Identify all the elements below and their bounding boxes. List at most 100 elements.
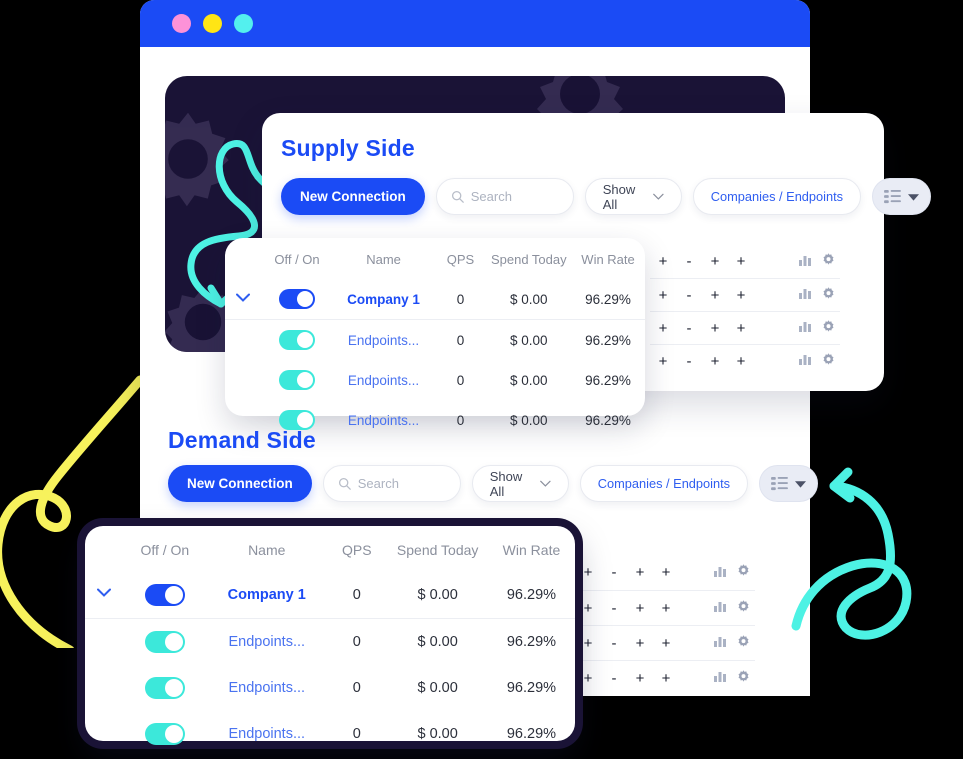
- demand-action-sign-2[interactable]: +: [627, 635, 653, 652]
- chart-bar-icon[interactable]: [713, 564, 727, 578]
- chart-bar-icon[interactable]: [798, 319, 812, 333]
- yellow-dot[interactable]: [203, 14, 222, 33]
- chart-bar-icon[interactable]: [713, 599, 727, 613]
- demand-grid-view-button[interactable]: [759, 465, 819, 502]
- supply-search-input[interactable]: Search: [435, 178, 574, 215]
- demand-action-sign-0[interactable]: +: [575, 670, 601, 687]
- demand-new-connection-button[interactable]: New Connection: [168, 465, 312, 502]
- supply-show-all-dropdown[interactable]: Show All: [584, 178, 682, 215]
- on-off-toggle[interactable]: [144, 584, 185, 606]
- row-name-link[interactable]: Company 1: [228, 587, 306, 603]
- cyan-dot[interactable]: [234, 14, 253, 33]
- pink-dot[interactable]: [172, 14, 191, 33]
- supply-settings-button[interactable]: [816, 286, 840, 305]
- chart-bar-icon[interactable]: [713, 669, 727, 683]
- chart-bar-icon[interactable]: [798, 253, 812, 267]
- row-name-link[interactable]: Endpoints...: [348, 413, 419, 428]
- demand-action-sign-2[interactable]: +: [627, 564, 653, 581]
- supply-action-sign-0[interactable]: +: [650, 353, 676, 370]
- demand-action-sign-3[interactable]: +: [653, 670, 679, 687]
- supply-settings-button[interactable]: [816, 319, 840, 338]
- demand-action-sign-0[interactable]: +: [575, 635, 601, 652]
- demand-action-sign-2[interactable]: +: [627, 670, 653, 687]
- demand-stats-button[interactable]: [709, 634, 731, 652]
- supply-action-sign-1[interactable]: -: [676, 287, 702, 304]
- gear-icon[interactable]: [821, 286, 836, 301]
- table-row[interactable]: Endpoints... 0 $ 0.00 96.29%: [225, 319, 645, 361]
- table-row[interactable]: Endpoints... 0 $ 0.00 96.29%: [85, 711, 575, 757]
- demand-search-input[interactable]: Search: [322, 465, 461, 502]
- row-name-link[interactable]: Endpoints...: [228, 634, 305, 650]
- on-off-toggle[interactable]: [144, 723, 185, 745]
- row-name-link[interactable]: Endpoints...: [348, 373, 419, 388]
- supply-action-sign-2[interactable]: +: [702, 253, 728, 270]
- table-row[interactable]: Endpoints... 0 $ 0.00 96.29%: [225, 360, 645, 400]
- chart-bar-icon[interactable]: [713, 634, 727, 648]
- on-off-toggle[interactable]: [279, 289, 315, 309]
- gear-icon[interactable]: [821, 352, 836, 367]
- table-row[interactable]: Company 1 0 $ 0.00 96.29%: [225, 279, 645, 320]
- on-off-toggle[interactable]: [279, 370, 315, 390]
- supply-action-sign-1[interactable]: -: [676, 320, 702, 337]
- demand-row-expander[interactable]: [85, 572, 122, 619]
- demand-settings-button[interactable]: [731, 634, 755, 653]
- table-row[interactable]: Endpoints... 0 $ 0.00 96.29%: [85, 665, 575, 711]
- supply-action-sign-0[interactable]: +: [650, 287, 676, 304]
- supply-new-connection-button[interactable]: New Connection: [281, 178, 425, 215]
- demand-action-sign-3[interactable]: +: [653, 600, 679, 617]
- row-name-link[interactable]: Endpoints...: [228, 726, 305, 742]
- chevron-down-icon[interactable]: [236, 291, 251, 305]
- supply-action-sign-3[interactable]: +: [728, 253, 754, 270]
- supply-action-sign-3[interactable]: +: [728, 320, 754, 337]
- supply-row-expander[interactable]: [225, 279, 261, 320]
- supply-action-sign-2[interactable]: +: [702, 287, 728, 304]
- gear-icon[interactable]: [821, 319, 836, 334]
- row-name-link[interactable]: Endpoints...: [228, 680, 305, 696]
- supply-settings-button[interactable]: [816, 252, 840, 271]
- table-row[interactable]: Endpoints... 0 $ 0.00 96.29%: [85, 618, 575, 666]
- supply-grid-view-button[interactable]: [872, 178, 932, 215]
- demand-show-all-dropdown[interactable]: Show All: [471, 465, 569, 502]
- supply-action-sign-1[interactable]: -: [676, 353, 702, 370]
- supply-stats-button[interactable]: [794, 286, 816, 304]
- supply-companies-endpoints-toggle[interactable]: Companies / Endpoints: [692, 178, 862, 215]
- demand-action-sign-0[interactable]: +: [575, 564, 601, 581]
- demand-companies-endpoints-toggle[interactable]: Companies / Endpoints: [579, 465, 749, 502]
- gear-icon[interactable]: [821, 252, 836, 267]
- supply-action-sign-2[interactable]: +: [702, 320, 728, 337]
- supply-action-sign-3[interactable]: +: [728, 287, 754, 304]
- supply-settings-button[interactable]: [816, 352, 840, 371]
- gear-icon[interactable]: [736, 599, 751, 614]
- demand-settings-button[interactable]: [731, 669, 755, 688]
- supply-action-sign-1[interactable]: -: [676, 253, 702, 270]
- gear-icon[interactable]: [736, 634, 751, 649]
- demand-action-sign-1[interactable]: -: [601, 635, 627, 652]
- gear-icon[interactable]: [736, 563, 751, 578]
- supply-action-sign-2[interactable]: +: [702, 353, 728, 370]
- chevron-down-icon[interactable]: [96, 586, 111, 600]
- chart-bar-icon[interactable]: [798, 286, 812, 300]
- demand-action-sign-2[interactable]: +: [627, 600, 653, 617]
- supply-action-sign-0[interactable]: +: [650, 253, 676, 270]
- demand-stats-button[interactable]: [709, 669, 731, 687]
- chart-bar-icon[interactable]: [798, 352, 812, 366]
- supply-stats-button[interactable]: [794, 253, 816, 271]
- row-name-link[interactable]: Endpoints...: [348, 333, 419, 348]
- supply-stats-button[interactable]: [794, 352, 816, 370]
- supply-stats-button[interactable]: [794, 319, 816, 337]
- gear-icon[interactable]: [736, 669, 751, 684]
- table-row[interactable]: Company 1 0 $ 0.00 96.29%: [85, 572, 575, 619]
- on-off-toggle[interactable]: [279, 330, 315, 350]
- supply-action-sign-3[interactable]: +: [728, 353, 754, 370]
- demand-stats-button[interactable]: [709, 599, 731, 617]
- demand-action-sign-1[interactable]: -: [601, 670, 627, 687]
- demand-action-sign-3[interactable]: +: [653, 635, 679, 652]
- row-name-link[interactable]: Company 1: [347, 292, 420, 307]
- demand-settings-button[interactable]: [731, 563, 755, 582]
- on-off-toggle[interactable]: [144, 631, 185, 653]
- demand-settings-button[interactable]: [731, 599, 755, 618]
- on-off-toggle[interactable]: [144, 677, 185, 699]
- demand-stats-button[interactable]: [709, 564, 731, 582]
- demand-action-sign-3[interactable]: +: [653, 564, 679, 581]
- demand-action-sign-1[interactable]: -: [601, 600, 627, 617]
